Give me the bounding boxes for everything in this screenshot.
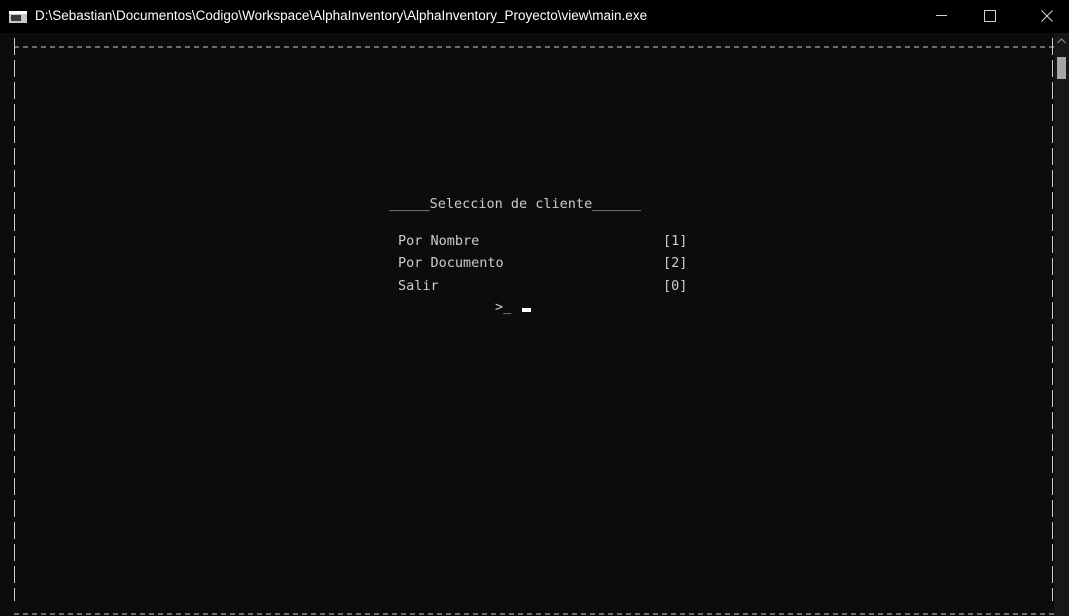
scroll-thumb[interactable] (1057, 57, 1066, 79)
title-bar[interactable]: D:\Sebastian\Documentos\Codigo\Workspace… (0, 0, 1069, 33)
maximize-button[interactable] (966, 0, 1012, 33)
close-button[interactable] (1023, 0, 1069, 33)
chevron-up-icon[interactable] (1057, 38, 1066, 44)
window-title: D:\Sebastian\Documentos\Codigo\Workspace… (35, 8, 648, 23)
menu-title: _____Seleccion de cliente______ (389, 196, 641, 212)
menu-option-key: [0] (663, 278, 688, 294)
menu-option-label: Por Nombre (398, 233, 480, 249)
menu-option-label: Por Documento (398, 255, 504, 271)
ascii-frame-border (14, 38, 1054, 615)
console-area[interactable]: _____Seleccion de cliente______ Por Nomb… (0, 33, 1054, 616)
menu-option-key: [1] (663, 233, 688, 249)
minimize-icon (936, 15, 947, 16)
input-prompt: >_ (495, 299, 512, 315)
console-window: D:\Sebastian\Documentos\Codigo\Workspace… (0, 0, 1069, 616)
menu-option-label: Salir (398, 278, 439, 294)
maximize-icon (984, 10, 996, 22)
menu-option-key: [2] (663, 255, 688, 271)
vertical-scrollbar[interactable] (1054, 33, 1069, 616)
close-icon (1041, 10, 1053, 22)
text-cursor[interactable] (522, 308, 531, 312)
console-app-icon[interactable] (9, 11, 27, 23)
minimize-button[interactable] (919, 0, 965, 33)
